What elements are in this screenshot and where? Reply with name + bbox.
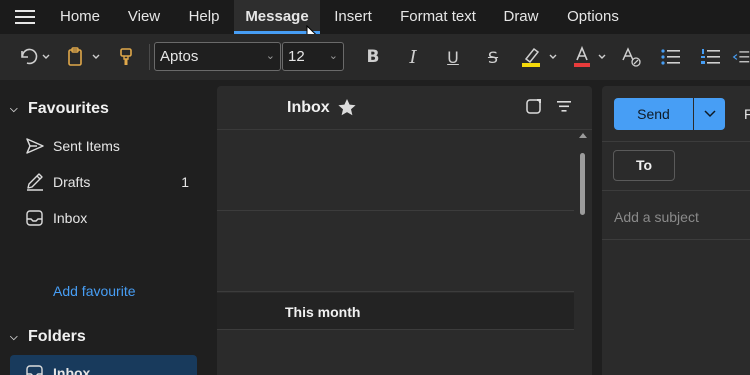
clear-formatting-icon (622, 47, 641, 67)
font-color-button[interactable] (570, 43, 612, 71)
tab-options[interactable]: Options (556, 0, 630, 34)
filter-icon[interactable] (555, 98, 573, 114)
favourites-label: Favourites (28, 100, 109, 117)
font-size-value: 12 (288, 48, 305, 65)
send-button[interactable]: Send (614, 98, 693, 130)
numbering-button[interactable] (698, 43, 724, 71)
folder-navigation: ⌵ Favourites Sent Items Drafts 1 Inbox A… (0, 80, 210, 375)
tab-view[interactable]: View (116, 0, 172, 34)
nav-item-label: Drafts (53, 174, 91, 190)
nav-item-label: Sent Items (53, 138, 120, 154)
tab-draw[interactable]: Draw (492, 0, 550, 34)
folder-title: Inbox (287, 99, 330, 116)
unread-count: 1 (181, 174, 189, 190)
scrollbar-thumb[interactable] (580, 153, 585, 215)
tab-insert[interactable]: Insert (322, 0, 384, 34)
underline-button[interactable]: U (440, 43, 466, 71)
list-item[interactable] (217, 211, 574, 292)
list-item[interactable] (217, 330, 574, 375)
format-painter-button[interactable] (112, 43, 140, 71)
nav-item-label: Inbox (53, 210, 88, 226)
italic-icon: I (409, 46, 417, 68)
underline-icon: U (447, 47, 459, 67)
clipboard-icon (68, 47, 100, 66)
bold-icon: B (366, 47, 380, 67)
message-list: Inbox This month (217, 86, 592, 375)
nav-item-inbox-folder[interactable]: Inbox (10, 355, 197, 375)
date-group-header: This month (217, 293, 574, 330)
clear-formatting-button[interactable] (618, 43, 646, 71)
nav-item-drafts[interactable]: Drafts 1 (10, 164, 197, 200)
nav-item-sent-items[interactable]: Sent Items (10, 128, 197, 164)
folders-header[interactable]: ⌵ Folders (10, 328, 86, 346)
folders-label: Folders (28, 328, 86, 345)
date-group-label: This month (285, 304, 361, 320)
message-list-header: Inbox (217, 86, 592, 130)
indent-icon (732, 51, 750, 63)
bullet-list-icon (661, 49, 680, 65)
inbox-icon (10, 209, 53, 227)
divider (602, 141, 750, 142)
chevron-down-icon: ⌵ (10, 331, 18, 343)
chevron-down-icon: ⌄ (265, 50, 275, 62)
select-mode-icon[interactable] (525, 98, 543, 116)
menu-bar: Home View Help Message Insert Format tex… (0, 0, 750, 43)
nav-item-label: Inbox (53, 365, 91, 375)
add-favourite-link[interactable]: Add favourite (53, 283, 136, 299)
undo-icon (21, 48, 50, 65)
decrease-indent-button[interactable] (732, 43, 750, 71)
send-icon (10, 137, 53, 155)
scroll-up-arrow-icon[interactable] (579, 133, 587, 138)
star-icon[interactable] (337, 98, 357, 117)
strikethrough-icon: S (487, 47, 499, 67)
subject-input[interactable] (614, 209, 744, 225)
ribbon-toolbar: Aptos ⌄ 12 ⌄ B I U S (0, 34, 750, 80)
bold-button[interactable]: B (360, 43, 386, 71)
inbox-icon (10, 364, 53, 375)
font-name-value: Aptos (160, 48, 199, 65)
pencil-icon (10, 173, 53, 191)
nav-item-inbox-favourite[interactable]: Inbox (10, 200, 197, 236)
format-painter-icon (120, 48, 132, 65)
bullets-button[interactable] (658, 43, 684, 71)
divider (602, 239, 750, 240)
tab-home[interactable]: Home (47, 0, 113, 34)
favourites-header[interactable]: ⌵ Favourites (10, 100, 109, 118)
numbered-list-icon (701, 49, 720, 64)
clipped-toolbar-label: F (744, 106, 750, 122)
highlighter-icon (522, 47, 557, 67)
toolbar-divider (149, 44, 150, 70)
chevron-down-icon: ⌄ (328, 50, 338, 62)
paste-button[interactable] (62, 43, 104, 71)
font-color-icon (574, 45, 606, 67)
font-name-dropdown[interactable]: Aptos ⌄ (154, 42, 281, 71)
italic-button[interactable]: I (400, 43, 426, 71)
divider (602, 190, 750, 191)
font-size-dropdown[interactable]: 12 ⌄ (282, 42, 344, 71)
tab-help[interactable]: Help (176, 0, 232, 34)
highlight-color-swatch (522, 63, 540, 67)
chevron-down-icon: ⌵ (10, 103, 18, 115)
highlight-button[interactable] (518, 43, 560, 71)
chevron-down-icon (703, 110, 716, 118)
font-color-swatch (574, 63, 590, 67)
strikethrough-button[interactable]: S (480, 43, 506, 71)
compose-pane: Send F To (602, 86, 750, 375)
tab-format-text[interactable]: Format text (390, 0, 486, 34)
list-item[interactable] (217, 131, 574, 211)
to-recipients-button[interactable]: To (613, 150, 675, 181)
send-options-dropdown[interactable] (694, 98, 725, 130)
undo-button[interactable] (14, 43, 54, 71)
hamburger-menu-icon[interactable] (15, 10, 35, 26)
message-list-scrollbar[interactable] (574, 131, 592, 375)
